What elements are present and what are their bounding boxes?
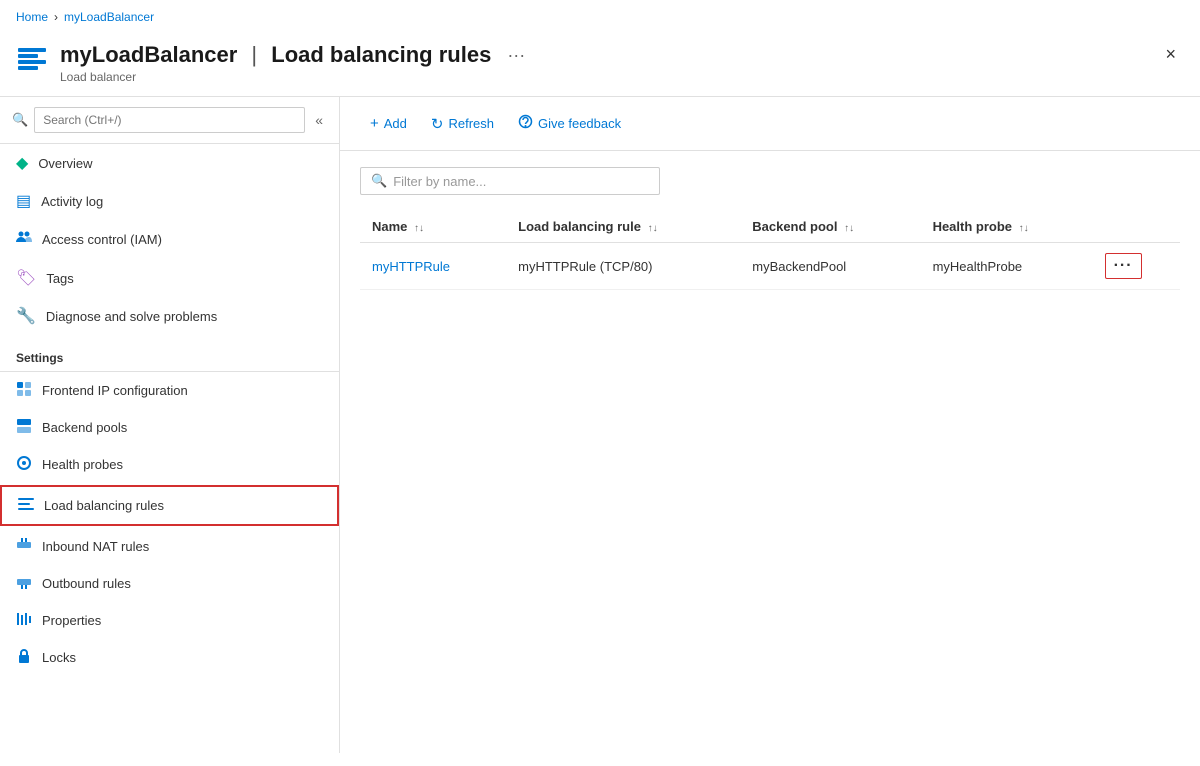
ellipsis-button[interactable]: ··· — [501, 43, 531, 68]
sidebar-item-properties[interactable]: Properties — [0, 602, 339, 639]
cell-health-probe: myHealthProbe — [921, 243, 1093, 290]
resource-icon — [16, 44, 48, 83]
table-body: myHTTPRule myHTTPRule (TCP/80) myBackend… — [360, 243, 1180, 290]
filter-input-wrapper: 🔍 — [360, 167, 660, 195]
refresh-label: Refresh — [448, 116, 494, 131]
breadcrumb-resource[interactable]: myLoadBalancer — [64, 10, 154, 24]
add-label: Add — [384, 116, 407, 131]
search-icon: 🔍 — [12, 112, 28, 128]
title-block: myLoadBalancer | Load balancing rules ··… — [60, 42, 531, 84]
main-layout: 🔍 « ◆ Overview ▤ Activity log Access con… — [0, 97, 1200, 753]
header-left: myLoadBalancer | Load balancing rules ··… — [16, 42, 531, 84]
diagnose-icon: 🔧 — [16, 306, 36, 326]
health-icon — [16, 455, 32, 474]
rule-name-link[interactable]: myHTTPRule — [372, 259, 450, 274]
backend-icon — [16, 418, 32, 437]
sidebar-item-inbound-nat[interactable]: Inbound NAT rules — [0, 528, 339, 565]
frontend-icon — [16, 381, 32, 400]
filter-input[interactable] — [393, 174, 649, 189]
col-backend-pool: Backend pool ↑↓ — [740, 211, 920, 243]
sidebar-item-label: Load balancing rules — [44, 498, 164, 513]
sidebar-item-label: Outbound rules — [42, 576, 131, 591]
row-actions: ··· — [1105, 253, 1168, 279]
properties-icon — [16, 611, 32, 630]
sort-icon-backend[interactable]: ↑↓ — [844, 223, 854, 234]
inbound-icon — [16, 537, 32, 556]
tags-icon: 🏷 — [16, 268, 36, 288]
table-row: myHTTPRule myHTTPRule (TCP/80) myBackend… — [360, 243, 1180, 290]
breadcrumb: Home › myLoadBalancer — [0, 0, 1200, 34]
collapse-button[interactable]: « — [311, 110, 327, 130]
sidebar-item-label: Health probes — [42, 457, 123, 472]
cell-lb-rule: myHTTPRule (TCP/80) — [506, 243, 740, 290]
sidebar-item-label: Frontend IP configuration — [42, 383, 188, 398]
col-name: Name ↑↓ — [360, 211, 506, 243]
cell-backend-pool: myBackendPool — [740, 243, 920, 290]
feedback-label: Give feedback — [538, 116, 621, 131]
sidebar-item-label: Inbound NAT rules — [42, 539, 149, 554]
sidebar-item-label: Tags — [46, 271, 73, 286]
add-icon: + — [370, 115, 379, 132]
sidebar-item-label: Activity log — [41, 194, 103, 209]
page-header: myLoadBalancer | Load balancing rules ··… — [0, 34, 1200, 97]
filter-bar: 🔍 — [360, 167, 1180, 195]
outbound-icon — [16, 574, 32, 593]
active-item-wrapper: Load balancing rules — [0, 485, 339, 526]
breadcrumb-home[interactable]: Home — [16, 10, 48, 24]
breadcrumb-separator: › — [54, 10, 58, 24]
content-body: 🔍 Name ↑↓ Load balancing rule ↑↓ — [340, 151, 1200, 306]
settings-label: Settings — [0, 335, 339, 372]
data-table: Name ↑↓ Load balancing rule ↑↓ Backend p… — [360, 211, 1180, 290]
sidebar-item-tags[interactable]: 🏷 Tags — [0, 259, 339, 297]
sort-icon-health[interactable]: ↑↓ — [1019, 223, 1029, 234]
sidebar-item-load-balancing-rules[interactable]: Load balancing rules — [2, 487, 337, 524]
content-area: + Add ↻ Refresh Give feedback 🔍 — [340, 97, 1200, 753]
sidebar: 🔍 « ◆ Overview ▤ Activity log Access con… — [0, 97, 340, 753]
sidebar-item-backend-pools[interactable]: Backend pools — [0, 409, 339, 446]
cell-row-actions: ··· — [1093, 243, 1180, 290]
sidebar-item-label: Locks — [42, 650, 76, 665]
sidebar-item-diagnose[interactable]: 🔧 Diagnose and solve problems — [0, 297, 339, 335]
close-button[interactable]: × — [1157, 42, 1184, 67]
iam-icon — [16, 229, 32, 250]
cell-name: myHTTPRule — [360, 243, 506, 290]
filter-search-icon: 🔍 — [371, 173, 387, 189]
locks-icon — [16, 648, 32, 667]
feedback-button[interactable]: Give feedback — [508, 109, 631, 138]
sidebar-item-outbound-rules[interactable]: Outbound rules — [0, 565, 339, 602]
col-lb-rule: Load balancing rule ↑↓ — [506, 211, 740, 243]
sidebar-item-label: Access control (IAM) — [42, 232, 162, 247]
lbrules-icon — [18, 496, 34, 515]
sidebar-item-label: Properties — [42, 613, 101, 628]
sidebar-item-access-control[interactable]: Access control (IAM) — [0, 220, 339, 259]
row-menu-button[interactable]: ··· — [1105, 253, 1142, 279]
sidebar-item-label: Diagnose and solve problems — [46, 309, 217, 324]
table-header: Name ↑↓ Load balancing rule ↑↓ Backend p… — [360, 211, 1180, 243]
add-button[interactable]: + Add — [360, 110, 417, 137]
page-title: myLoadBalancer | Load balancing rules — [60, 42, 491, 68]
sidebar-item-frontend-ip[interactable]: Frontend IP configuration — [0, 372, 339, 409]
feedback-icon — [518, 114, 533, 133]
sidebar-item-activity-log[interactable]: ▤ Activity log — [0, 182, 339, 220]
refresh-button[interactable]: ↻ Refresh — [421, 110, 504, 138]
sidebar-item-label: Overview — [38, 156, 92, 171]
sidebar-item-overview[interactable]: ◆ Overview — [0, 144, 339, 182]
col-actions — [1093, 211, 1180, 243]
sidebar-item-label: Backend pools — [42, 420, 127, 435]
overview-icon: ◆ — [16, 153, 28, 173]
sidebar-search-container: 🔍 « — [0, 97, 339, 144]
actlog-icon: ▤ — [16, 191, 31, 211]
sort-icon-lbrule[interactable]: ↑↓ — [648, 223, 658, 234]
search-input[interactable] — [34, 107, 305, 133]
content-toolbar: + Add ↻ Refresh Give feedback — [340, 97, 1200, 151]
col-health-probe: Health probe ↑↓ — [921, 211, 1093, 243]
page-subtitle: Load balancer — [60, 70, 531, 84]
sort-icon-name[interactable]: ↑↓ — [414, 223, 424, 234]
sidebar-item-locks[interactable]: Locks — [0, 639, 339, 676]
refresh-icon: ↻ — [431, 115, 444, 133]
sidebar-item-health-probes[interactable]: Health probes — [0, 446, 339, 483]
